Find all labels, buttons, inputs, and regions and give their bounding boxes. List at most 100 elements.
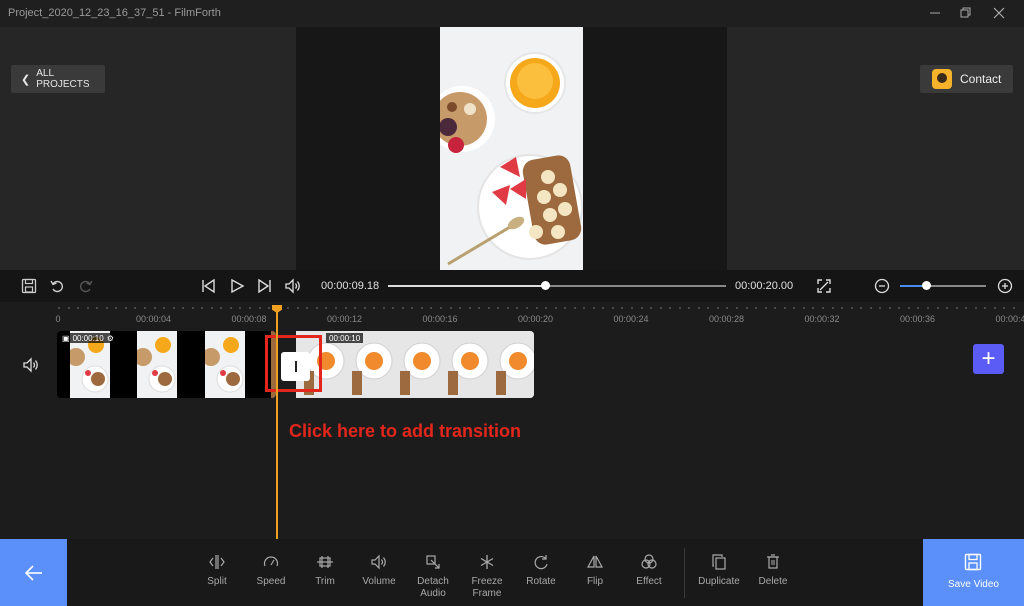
playback-progress-knob[interactable] — [541, 281, 551, 290]
ruler-tick — [669, 307, 671, 309]
ruler-tick — [746, 307, 748, 309]
ruler-tick — [201, 307, 203, 309]
rotate-icon — [532, 553, 550, 571]
tool-detach-audio[interactable]: Detach Audio — [405, 553, 461, 600]
trim-icon — [316, 553, 334, 571]
ruler-tick — [421, 307, 423, 309]
ruler-tick — [430, 307, 432, 309]
video-clip-1[interactable]: ▣ 00:00:10 ⚙ — [57, 331, 276, 398]
tool-freeze-frame[interactable]: Freeze Frame — [459, 553, 515, 600]
contact-button[interactable]: Contact — [920, 65, 1013, 93]
ruler-tick — [917, 307, 919, 309]
ruler-tick — [660, 307, 662, 309]
all-projects-label: ALL PROJECTS — [36, 68, 90, 90]
ruler-tick — [774, 307, 776, 309]
playback-bar: 00:00:09.18 00:00:20.00 — [0, 270, 1024, 302]
back-button[interactable] — [0, 539, 67, 606]
ruler-tick — [125, 307, 127, 309]
ruler-tick — [335, 307, 337, 309]
ruler-label: 00:00:04 — [135, 314, 172, 324]
tool-label: Split — [207, 576, 227, 587]
minimize-icon[interactable] — [926, 4, 944, 22]
ruler-tick — [717, 307, 719, 309]
ruler-tick — [383, 307, 385, 309]
video-frame — [440, 27, 583, 270]
playback-progress[interactable] — [388, 281, 726, 290]
playhead-line[interactable] — [276, 310, 278, 539]
ruler-tick — [593, 307, 595, 309]
ruler-tick — [154, 307, 156, 309]
tool-speed[interactable]: Speed — [243, 553, 299, 588]
tool-rotate[interactable]: Rotate — [513, 553, 569, 588]
tool-label: Volume — [362, 576, 396, 587]
ruler-tick — [345, 307, 347, 309]
zoom-out-icon[interactable] — [873, 277, 891, 295]
total-time: 00:00:20.00 — [735, 280, 794, 292]
ruler-tick — [641, 307, 643, 309]
redo-icon[interactable] — [77, 277, 95, 295]
ruler-label: 00:00:24 — [613, 314, 649, 324]
tool-split[interactable]: Split — [189, 553, 245, 588]
tool-delete[interactable]: Delete — [745, 553, 801, 588]
ruler-tick — [545, 307, 547, 309]
skip-forward-icon[interactable] — [256, 277, 274, 295]
ruler-tick — [621, 307, 623, 309]
ruler-tick — [707, 307, 709, 309]
ruler-tick — [364, 307, 366, 309]
ruler-tick — [325, 307, 327, 309]
tool-flip[interactable]: Flip — [567, 553, 623, 588]
timeline[interactable]: 0 00:00:04 00:00:08 00:00:12 00:00:16 00:00:2… — [0, 302, 1024, 539]
ruler-tick — [297, 307, 299, 309]
zoom-in-icon[interactable] — [996, 277, 1014, 295]
ruler-tick — [459, 307, 461, 309]
toolbar-divider — [684, 548, 685, 598]
current-time: 00:00:09.18 — [321, 280, 380, 292]
restore-icon[interactable] — [956, 4, 974, 22]
ruler-tick — [354, 307, 356, 309]
ruler-tick — [1013, 307, 1015, 309]
ruler-tick — [975, 307, 977, 309]
fullscreen-icon[interactable] — [815, 277, 833, 295]
ruler-tick — [698, 307, 700, 309]
add-transition-button[interactable] — [281, 352, 310, 381]
ruler-tick — [946, 307, 948, 309]
track-volume-icon[interactable] — [22, 356, 40, 374]
ruler-label: 00:00:28 — [708, 314, 745, 324]
video-clip-2[interactable]: 00:00:10 — [296, 331, 534, 398]
trash-icon — [764, 553, 782, 571]
ruler-tick — [765, 307, 767, 309]
zoom-slider[interactable] — [900, 281, 986, 290]
ruler-tick — [956, 307, 958, 309]
ruler-label: 00:00:36 — [899, 314, 936, 324]
tool-effect[interactable]: Effect — [621, 553, 677, 588]
clip-duration-badge: ▣ 00:00:10 ⚙ — [59, 333, 117, 343]
ruler-tick — [268, 307, 270, 309]
close-icon[interactable] — [990, 4, 1008, 22]
ruler-tick — [793, 307, 795, 309]
tool-trim[interactable]: Trim — [297, 553, 353, 588]
save-project-icon[interactable] — [20, 277, 38, 295]
detach-audio-icon — [424, 553, 442, 571]
add-media-button[interactable]: + — [973, 344, 1004, 374]
zoom-slider-knob[interactable] — [921, 281, 931, 290]
ruler-tick — [507, 307, 509, 309]
time-ruler[interactable]: 0 00:00:04 00:00:08 00:00:12 00:00:16 00:00:2… — [0, 302, 1024, 330]
all-projects-button[interactable]: ❮ ALL PROJECTS — [11, 65, 105, 93]
save-video-button[interactable]: Save Video — [923, 539, 1024, 606]
ruler-tick — [564, 307, 566, 309]
tool-duplicate[interactable]: Duplicate — [691, 553, 747, 588]
ruler-tick — [803, 307, 805, 309]
play-icon[interactable] — [228, 277, 246, 295]
ruler-tick — [173, 307, 175, 309]
ruler-tick — [851, 307, 853, 309]
ruler-tick — [182, 307, 184, 309]
skip-back-icon[interactable] — [199, 277, 217, 295]
ruler-tick — [870, 307, 872, 309]
volume-icon — [370, 553, 388, 571]
speaker-icon[interactable] — [284, 277, 302, 295]
ruler-tick — [784, 307, 786, 309]
undo-icon[interactable] — [48, 277, 66, 295]
tool-volume[interactable]: Volume — [351, 553, 407, 588]
ruler-tick — [602, 307, 604, 309]
ruler-tick — [220, 307, 222, 309]
